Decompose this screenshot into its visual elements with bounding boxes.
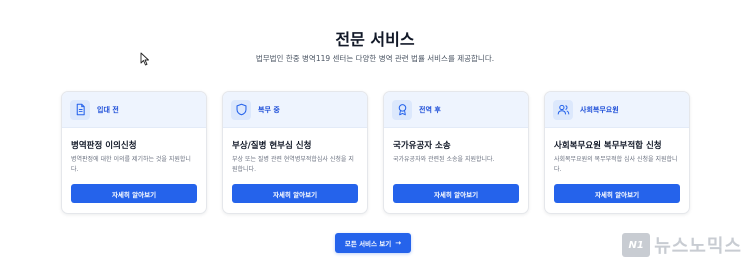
card-tag: 입대 전 (97, 105, 119, 114)
section-title: 전문 서비스 (335, 30, 415, 49)
card-title: 부상/질병 현부심 신청 (232, 141, 312, 151)
all-services-button[interactable]: 모든 서비스 보기 → (335, 233, 411, 253)
service-card-pre-enlistment: 입대 전 병역판정 이의신청 병역판정에 대한 이의를 제기하는 것을 지원합니… (61, 91, 207, 214)
service-cards: 입대 전 병역판정 이의신청 병역판정에 대한 이의를 제기하는 것을 지원합니… (61, 91, 690, 214)
card-description: 부상 또는 질병 관련 현역병부적합심사 신청을 지원합니다. (232, 156, 354, 173)
card-header: 입대 전 (62, 92, 206, 128)
services-section: 전문 서비스 법무법인 한중 병역119 센터는 다양한 병역 관련 법률 서비… (0, 0, 750, 280)
learn-more-button[interactable]: 자세히 알아보기 (232, 184, 358, 203)
card-header: 사회복무요원 (545, 92, 689, 128)
news-watermark: N1 뉴스노믹스 (622, 232, 742, 258)
card-tag: 복무 중 (258, 105, 280, 114)
service-card-social-service: 사회복무요원 사회복무요원 복무부적합 신청 사회복무요원의 복무부적합 심사 … (544, 91, 690, 214)
learn-more-button[interactable]: 자세히 알아보기 (393, 184, 519, 203)
card-title: 사회복무요원 복무부적합 신청 (554, 141, 662, 151)
card-header: 복무 중 (223, 92, 367, 128)
card-tag: 사회복무요원 (580, 105, 619, 114)
card-description: 국가유공자와 관련된 소송을 지원합니다. (393, 156, 495, 163)
learn-more-button[interactable]: 자세히 알아보기 (554, 184, 680, 203)
card-tag: 전역 후 (419, 105, 441, 114)
card-header: 전역 후 (384, 92, 528, 128)
shield-icon (231, 99, 251, 120)
card-description: 사회복무요원의 복무부적합 심사 신청을 지원합니다. (554, 156, 678, 173)
service-card-in-service: 복무 중 부상/질병 현부심 신청 부상 또는 질병 관련 현역병부적합심사 신… (222, 91, 368, 214)
arrow-right-icon: → (395, 239, 402, 247)
service-card-post-discharge: 전역 후 국가유공자 소송 국가유공자와 관련된 소송을 지원합니다. 자세히 … (383, 91, 529, 214)
card-title: 국가유공자 소송 (393, 141, 451, 151)
card-description: 병역판정에 대한 이의를 제기하는 것을 지원합니다. (71, 156, 191, 173)
all-services-label: 모든 서비스 보기 (344, 240, 392, 248)
card-title: 병역판정 이의신청 (71, 141, 137, 151)
watermark-logo: N1 (622, 233, 651, 257)
learn-more-button[interactable]: 자세히 알아보기 (71, 184, 197, 203)
users-icon (553, 99, 573, 120)
watermark-text: 뉴스노믹스 (654, 236, 742, 257)
document-icon (70, 99, 90, 120)
section-subtitle: 법무법인 한중 병역119 센터는 다양한 병역 관련 법률 서비스를 제공합니… (255, 54, 495, 63)
award-icon (392, 99, 412, 120)
